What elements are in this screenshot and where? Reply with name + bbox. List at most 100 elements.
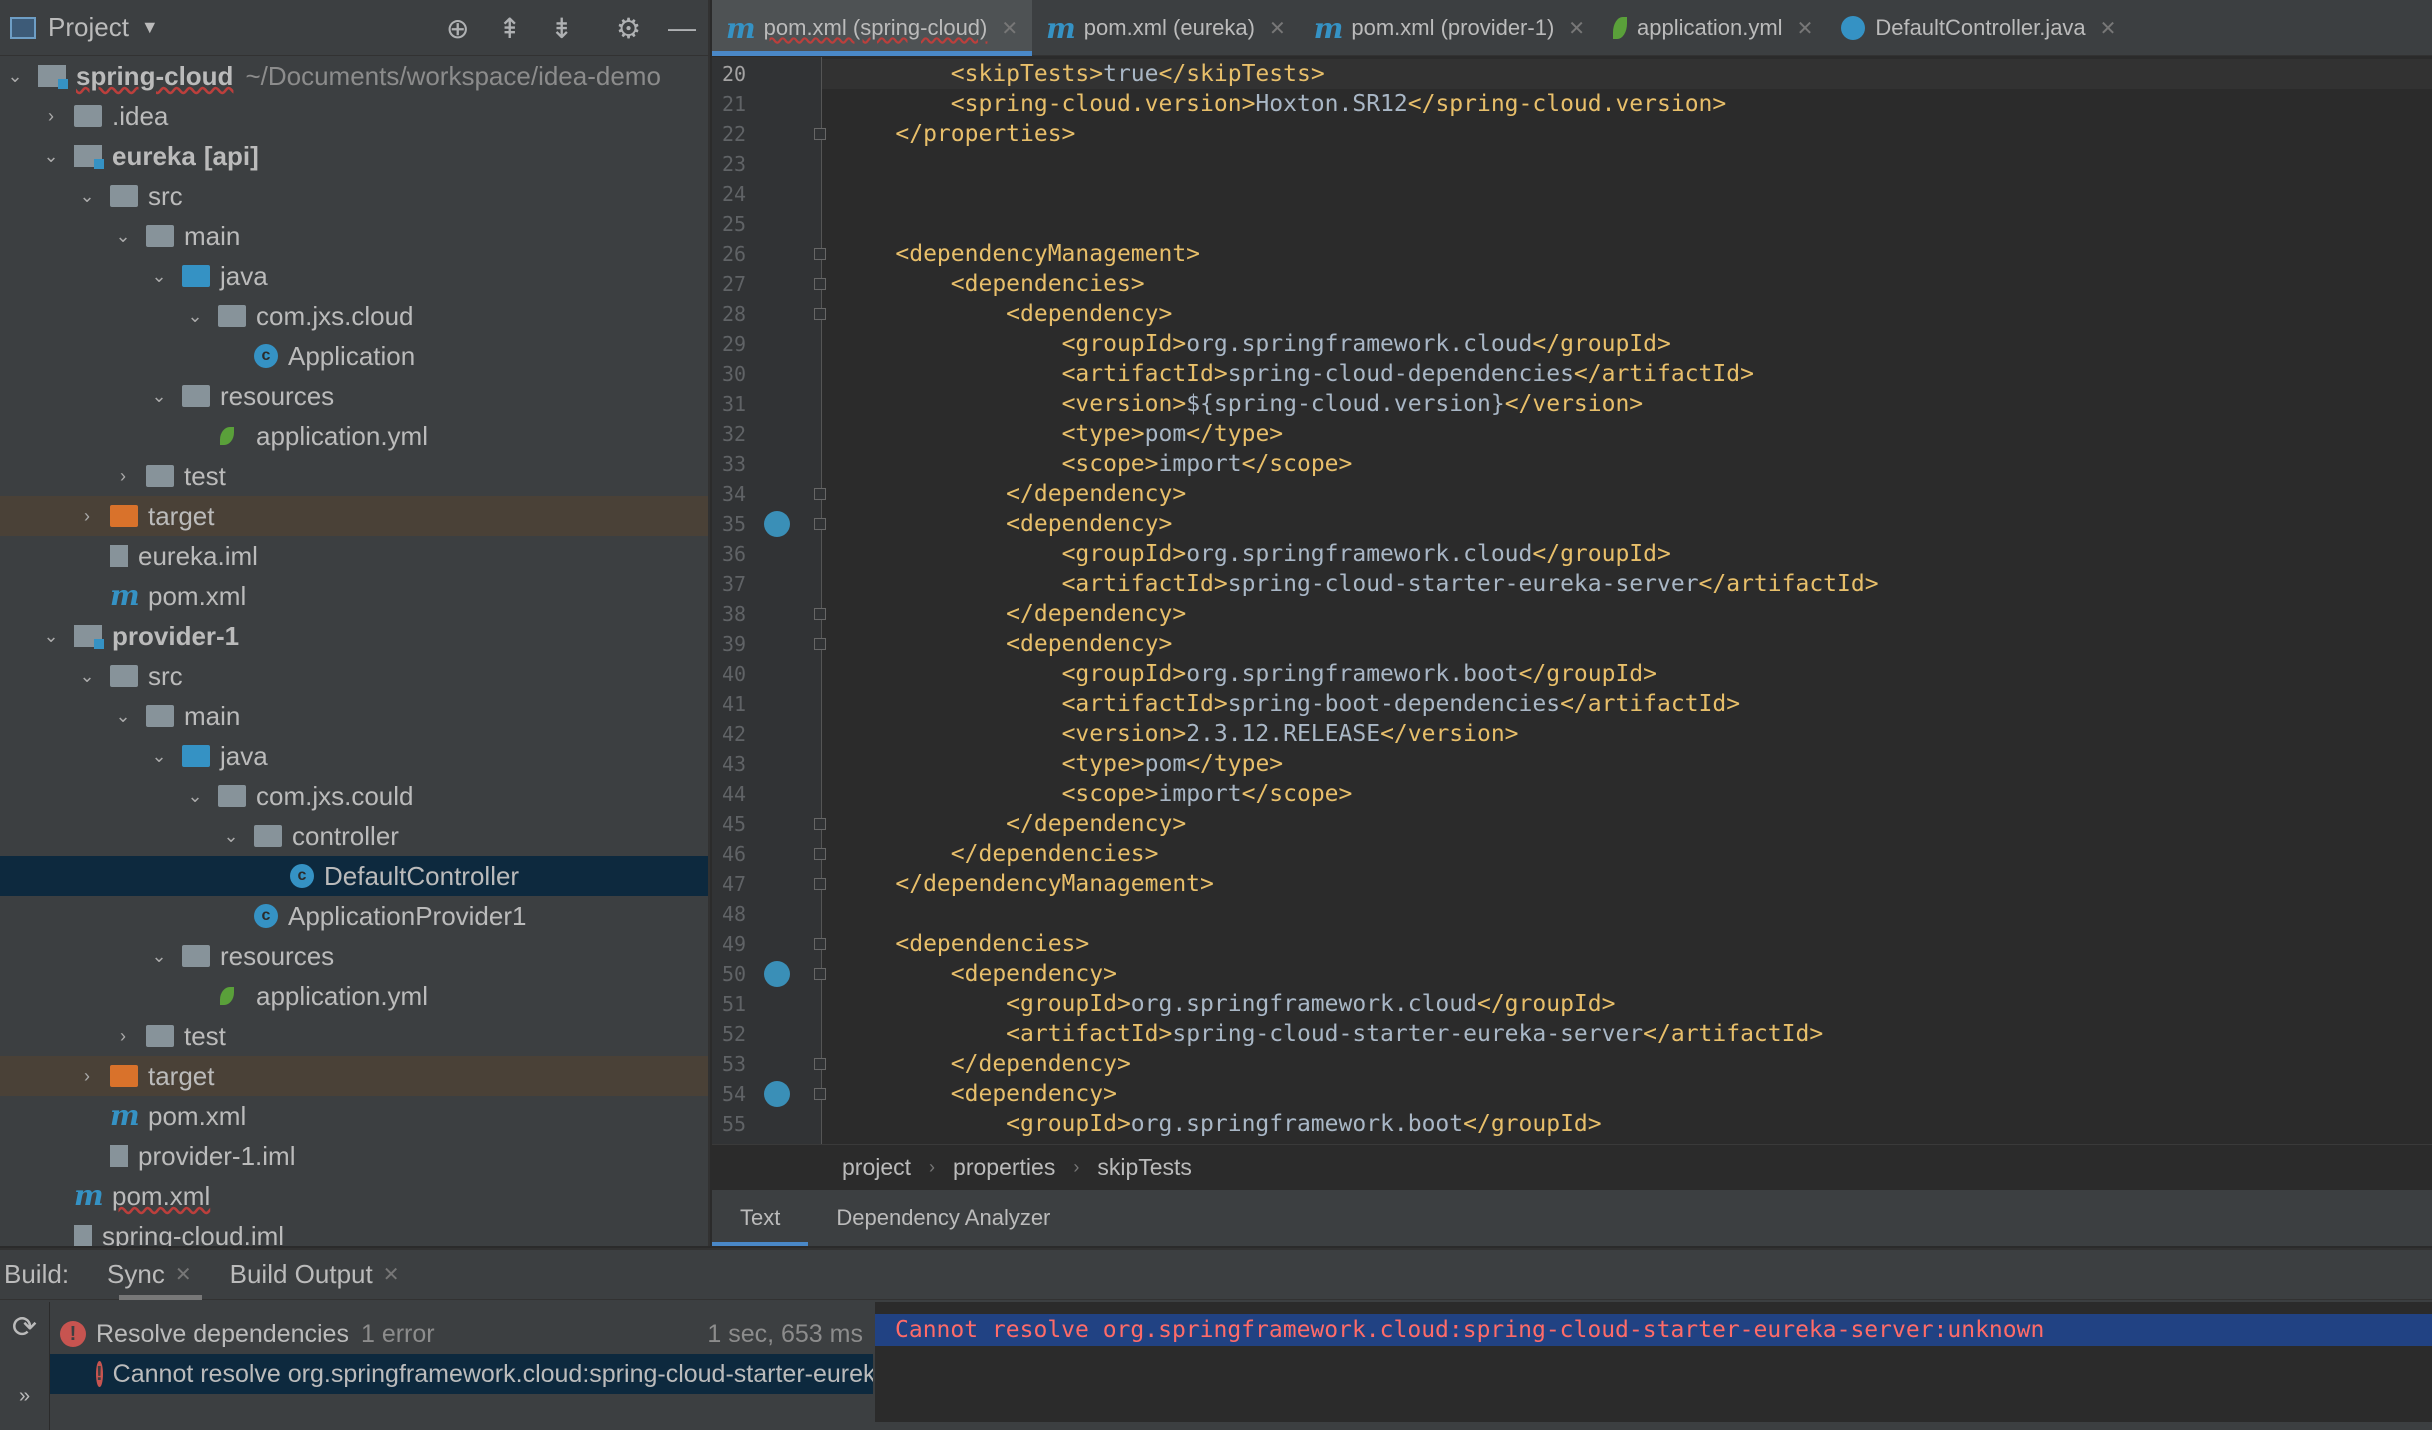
maven-dependency-gutter-icon[interactable]: [764, 961, 790, 987]
tree-item[interactable]: application.yml: [0, 976, 708, 1016]
fold-marker-icon[interactable]: [814, 1058, 826, 1070]
tree-item[interactable]: ⌄ eureka [api]: [0, 136, 708, 176]
fold-marker-icon[interactable]: [814, 128, 826, 140]
tree-item[interactable]: ⌄ com.jxs.cloud: [0, 296, 708, 336]
chevron-down-icon[interactable]: ⌄: [148, 386, 170, 407]
tab-dependency-analyzer[interactable]: Dependency Analyzer: [808, 1190, 1078, 1246]
chevron-right-icon[interactable]: ›: [76, 1066, 98, 1087]
tree-item[interactable]: ⌄ src: [0, 656, 708, 696]
tree-item[interactable]: ⌄ main: [0, 216, 708, 256]
fold-marker-icon[interactable]: [814, 608, 826, 620]
close-icon[interactable]: ✕: [175, 1262, 192, 1287]
tab-editor-file[interactable]: m pom.xml (eureka) ✕: [1032, 0, 1300, 56]
tab-editor-file[interactable]: application.yml ✕: [1599, 0, 1827, 56]
close-icon[interactable]: ✕: [1568, 16, 1585, 41]
tree-item[interactable]: m pom.xml: [0, 1096, 708, 1136]
chevron-down-icon[interactable]: ⌄: [40, 626, 62, 647]
close-icon[interactable]: ✕: [1001, 16, 1018, 41]
tree-item[interactable]: ⌄ controller: [0, 816, 708, 856]
error-message[interactable]: Cannot resolve org.springframework.cloud…: [875, 1314, 2432, 1346]
fold-marker-icon[interactable]: [814, 308, 826, 320]
chevron-right-icon[interactable]: ›: [112, 466, 134, 487]
tree-item[interactable]: spring-cloud.iml: [0, 1216, 708, 1246]
fold-marker-icon[interactable]: [814, 878, 826, 890]
tree-item[interactable]: provider-1.iml: [0, 1136, 708, 1176]
maven-dependency-gutter-icon[interactable]: [764, 511, 790, 537]
breadcrumb-properties[interactable]: properties: [953, 1154, 1055, 1181]
tree-item[interactable]: ⌄ resources: [0, 376, 708, 416]
fold-marker-icon[interactable]: [814, 278, 826, 290]
code-editor[interactable]: 20 21 22 23 24 25 26 27 28 29 30 31 32 33 34 35 36 37 38 39…: [712, 57, 2432, 1144]
refresh-icon[interactable]: ⟳: [0, 1310, 49, 1345]
tree-item[interactable]: ⌄ src: [0, 176, 708, 216]
tab-editor-file[interactable]: m pom.xml (spring-cloud) ✕: [712, 0, 1033, 56]
chevron-down-icon[interactable]: ⌄: [76, 186, 98, 207]
tree-item[interactable]: › test: [0, 456, 708, 496]
module-icon: [74, 145, 104, 169]
project-title[interactable]: Project: [48, 12, 129, 43]
breadcrumb-skiptests[interactable]: skipTests: [1097, 1154, 1192, 1181]
chevron-down-icon[interactable]: ⌄: [40, 146, 62, 167]
collapse-all-icon[interactable]: ⇟: [550, 12, 573, 45]
tree-item[interactable]: ⌄ resources: [0, 936, 708, 976]
tree-item[interactable]: › target: [0, 1056, 708, 1096]
close-icon[interactable]: ✕: [2100, 16, 2117, 41]
tree-item[interactable]: ⌄ com.jxs.could: [0, 776, 708, 816]
fold-marker-icon[interactable]: [814, 638, 826, 650]
tab-text[interactable]: Text: [712, 1190, 809, 1246]
maven-dependency-gutter-icon[interactable]: [764, 1081, 790, 1107]
tree-item[interactable]: m pom.xml: [0, 1176, 708, 1216]
fold-marker-icon[interactable]: [814, 1088, 826, 1100]
chevron-down-icon[interactable]: ⌄: [184, 306, 206, 327]
tree-item[interactable]: c DefaultController: [0, 856, 708, 896]
chevron-down-icon[interactable]: ⌄: [184, 786, 206, 807]
sync-row-error[interactable]: ! Cannot resolve org.springframework.clo…: [50, 1354, 873, 1394]
tab-sync[interactable]: Sync ✕: [69, 1250, 202, 1300]
tree-item[interactable]: m pom.xml: [0, 576, 708, 616]
tree-item[interactable]: › target: [0, 496, 708, 536]
tree-item[interactable]: › .idea: [0, 96, 708, 136]
chevron-down-icon[interactable]: ⌄: [148, 946, 170, 967]
tree-item[interactable]: ⌄ java: [0, 256, 708, 296]
sync-row-resolve[interactable]: ! Resolve dependencies 1 error 1 sec, 65…: [50, 1314, 873, 1354]
locate-icon[interactable]: ⊕: [446, 12, 469, 45]
tree-item[interactable]: ⌄ provider-1: [0, 616, 708, 656]
chevron-right-icon[interactable]: ›: [40, 106, 62, 127]
close-icon[interactable]: ✕: [1797, 16, 1814, 41]
tree-item[interactable]: › test: [0, 1016, 708, 1056]
fold-marker-icon[interactable]: [814, 488, 826, 500]
breadcrumb-project[interactable]: project: [842, 1154, 911, 1181]
tab-editor-file[interactable]: DefaultController.java ✕: [1827, 0, 2130, 56]
chevron-right-icon[interactable]: ›: [76, 506, 98, 527]
chevron-down-icon[interactable]: ⌄: [148, 746, 170, 767]
fold-marker-icon[interactable]: [814, 248, 826, 260]
tree-item[interactable]: ⌄ main: [0, 696, 708, 736]
close-icon[interactable]: ✕: [383, 1262, 400, 1287]
tree-item[interactable]: c Application: [0, 336, 708, 376]
fold-marker-icon[interactable]: [814, 968, 826, 980]
chevron-down-icon[interactable]: ⌄: [148, 266, 170, 287]
fold-marker-icon[interactable]: [814, 518, 826, 530]
chevron-down-icon[interactable]: ⌄: [220, 826, 242, 847]
close-icon[interactable]: ✕: [1269, 16, 1286, 41]
chevron-down-icon[interactable]: ⌄: [4, 66, 26, 87]
more-icon[interactable]: »: [0, 1385, 49, 1408]
gear-icon[interactable]: ⚙: [616, 12, 641, 45]
minimize-icon[interactable]: —: [668, 12, 696, 44]
tab-editor-file[interactable]: m pom.xml (provider-1) ✕: [1300, 0, 1599, 56]
tab-build-output[interactable]: Build Output ✕: [192, 1250, 400, 1300]
chevron-down-icon[interactable]: ⌄: [76, 666, 98, 687]
fold-marker-icon[interactable]: [814, 818, 826, 830]
tree-item[interactable]: ⌄ java: [0, 736, 708, 776]
tree-item[interactable]: eureka.iml: [0, 536, 708, 576]
chevron-right-icon[interactable]: ›: [112, 1026, 134, 1047]
expand-all-icon[interactable]: ⇞: [498, 12, 521, 45]
tree-item[interactable]: ⌄ spring-cloud ~/Documents/workspace/idea-…: [0, 56, 708, 96]
fold-marker-icon[interactable]: [814, 848, 826, 860]
chevron-down-icon[interactable]: ⌄: [112, 706, 134, 727]
tree-item[interactable]: application.yml: [0, 416, 708, 456]
chevron-down-icon[interactable]: ⌄: [112, 226, 134, 247]
tree-item[interactable]: c ApplicationProvider1: [0, 896, 708, 936]
chevron-down-icon[interactable]: ▼: [141, 17, 159, 38]
fold-marker-icon[interactable]: [814, 938, 826, 950]
